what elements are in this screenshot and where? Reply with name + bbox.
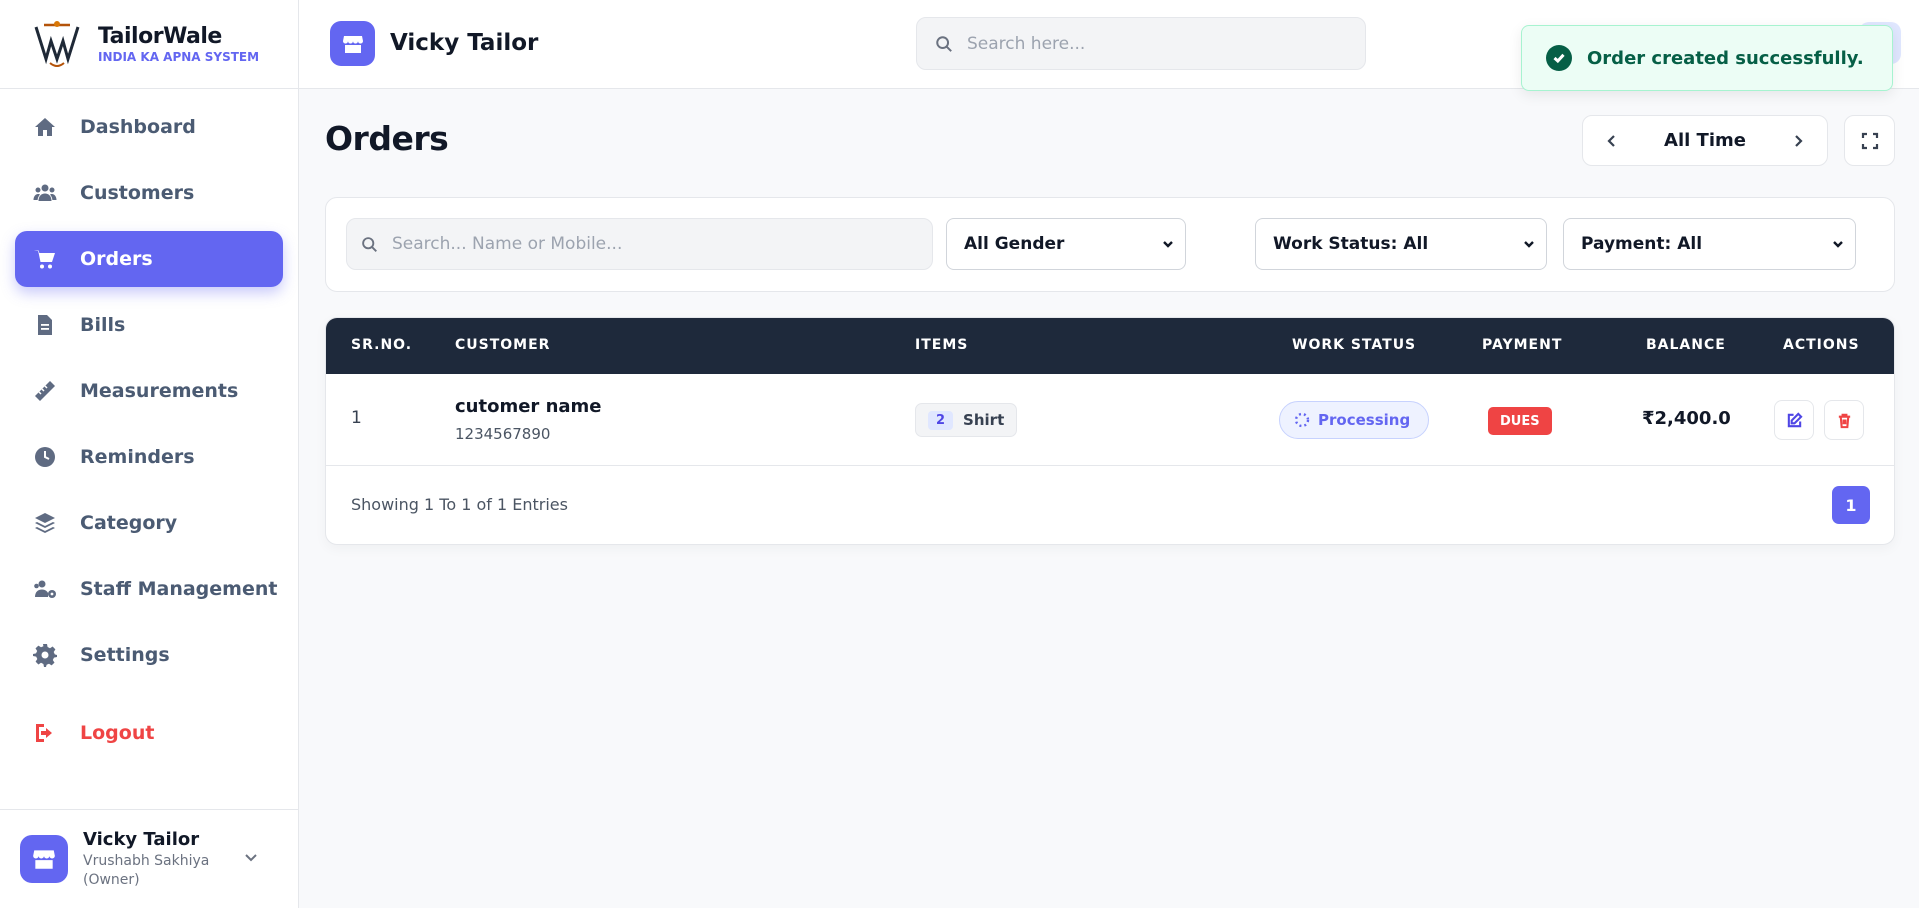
layers-icon xyxy=(32,510,58,536)
sidebar-item-label: Measurements xyxy=(80,380,239,402)
column-header: ITEMS xyxy=(915,337,969,353)
chevron-right-icon[interactable] xyxy=(1791,134,1805,148)
order-search[interactable] xyxy=(346,218,933,270)
gender-select-value: All Gender xyxy=(964,234,1065,254)
sidebar-item-category[interactable]: Category xyxy=(15,495,283,551)
chevron-down-icon xyxy=(243,849,263,869)
item-name: Shirt xyxy=(963,411,1005,429)
ruler-icon xyxy=(32,378,58,404)
bill-icon xyxy=(32,312,58,338)
check-circle-icon xyxy=(1546,45,1572,71)
success-toast: Order created successfully. xyxy=(1521,25,1893,91)
sidebar-item-label: Dashboard xyxy=(80,116,196,138)
work-status-badge: Processing xyxy=(1279,401,1430,439)
user-name: Vicky Tailor xyxy=(83,828,200,850)
store-icon xyxy=(33,850,55,869)
balance-amount: ₹2,400.0 xyxy=(1642,408,1731,429)
column-header: SR.NO. xyxy=(351,337,413,353)
gear-icon xyxy=(32,642,58,668)
work-status-text: Processing xyxy=(1318,411,1411,429)
edit-icon xyxy=(1787,411,1803,427)
item-quantity: 2 xyxy=(928,410,954,430)
logout-icon xyxy=(32,720,58,746)
sidebar-item-dashboard[interactable]: Dashboard xyxy=(15,99,283,155)
pagination-info: Showing 1 To 1 of 1 Entries xyxy=(351,495,568,514)
logout-button[interactable]: Logout xyxy=(15,705,283,761)
delete-button[interactable] xyxy=(1824,400,1864,440)
sidebar-item-orders[interactable]: Orders xyxy=(15,231,283,287)
sidebar-item-settings[interactable]: Settings xyxy=(15,627,283,683)
date-range-label[interactable]: All Time xyxy=(1664,130,1746,151)
gender-select[interactable]: All Gender xyxy=(946,218,1186,270)
work-status-select-value: Work Status: All xyxy=(1273,234,1429,254)
search-icon xyxy=(936,35,952,52)
avatar xyxy=(20,835,68,883)
chevron-down-icon xyxy=(1524,241,1534,248)
sidebar-item-customers[interactable]: Customers xyxy=(15,165,283,221)
toast-message: Order created successfully. xyxy=(1587,47,1864,69)
tailorwale-logo xyxy=(34,21,80,67)
sidebar-item-label: Staff Management xyxy=(80,578,278,600)
sidebar-item-measurements[interactable]: Measurements xyxy=(15,363,283,419)
column-header: WORK STATUS xyxy=(1292,337,1417,353)
date-range-selector: All Time xyxy=(1582,115,1828,166)
filters-bar: All Gender Work Status: All Payment: All xyxy=(325,197,1895,292)
brand[interactable]: TailorWale INDIA KA APNA SYSTEM xyxy=(0,0,298,89)
customer-mobile: 1234567890 xyxy=(455,425,551,443)
chevron-down-icon xyxy=(1163,241,1173,248)
table-row[interactable]: 1 cutomer name 1234567890 2 Shirt Proces… xyxy=(326,374,1894,466)
chevron-left-icon[interactable] xyxy=(1605,134,1619,148)
spinner-icon xyxy=(1294,412,1310,428)
column-header: CUSTOMER xyxy=(455,337,551,353)
page-title: Orders xyxy=(325,119,449,158)
table-footer: Showing 1 To 1 of 1 Entries 1 xyxy=(326,466,1894,544)
users-icon xyxy=(32,180,58,206)
sidebar-item-label: Settings xyxy=(80,644,170,666)
order-search-input[interactable] xyxy=(392,234,912,254)
column-header: ACTIONS xyxy=(1783,337,1860,353)
trash-icon xyxy=(1838,413,1850,428)
cart-icon xyxy=(32,246,58,272)
shop-name: Vicky Tailor xyxy=(390,30,539,56)
brand-name: TailorWale xyxy=(98,24,222,49)
home-icon xyxy=(32,114,58,140)
logout-label: Logout xyxy=(80,722,155,744)
chevron-down-icon xyxy=(1833,241,1843,248)
item-chip: 2 Shirt xyxy=(915,403,1018,437)
user-role: Vrushabh Sakhiya (Owner) xyxy=(83,852,210,888)
customer-name: cutomer name xyxy=(455,396,602,417)
user-profile-menu[interactable]: Vicky Tailor Vrushabh Sakhiya (Owner) xyxy=(0,809,299,908)
payment-select[interactable]: Payment: All xyxy=(1563,218,1856,270)
shop-badge xyxy=(330,21,375,66)
expand-icon xyxy=(1861,132,1878,149)
sidebar: TailorWale INDIA KA APNA SYSTEM Dashboar… xyxy=(0,0,299,908)
sidebar-item-staff-management[interactable]: Staff Management xyxy=(15,561,283,617)
global-search[interactable] xyxy=(916,17,1366,70)
sidebar-item-reminders[interactable]: Reminders xyxy=(15,429,283,485)
work-status-select[interactable]: Work Status: All xyxy=(1255,218,1547,270)
page-button-current[interactable]: 1 xyxy=(1832,486,1870,524)
payment-status-badge: DUES xyxy=(1488,407,1552,435)
sidebar-item-label: Category xyxy=(80,512,178,534)
orders-table: SR.NO. CUSTOMER ITEMS WORK STATUS PAYMEN… xyxy=(325,317,1895,545)
fullscreen-button[interactable] xyxy=(1844,115,1895,166)
column-header: PAYMENT xyxy=(1482,337,1563,353)
payment-select-value: Payment: All xyxy=(1581,234,1703,254)
edit-button[interactable] xyxy=(1774,400,1814,440)
store-icon xyxy=(342,35,363,53)
clock-icon xyxy=(32,444,58,470)
sidebar-nav: Dashboard Customers Orders Bills Measure… xyxy=(0,89,298,761)
sidebar-item-label: Bills xyxy=(80,314,126,336)
brand-tagline: INDIA KA APNA SYSTEM xyxy=(98,50,260,64)
column-header: BALANCE xyxy=(1646,337,1726,353)
staff-icon xyxy=(32,576,58,602)
sidebar-item-bills[interactable]: Bills xyxy=(15,297,283,353)
sidebar-item-label: Reminders xyxy=(80,446,195,468)
sidebar-item-label: Customers xyxy=(80,182,195,204)
global-search-input[interactable] xyxy=(967,33,1347,54)
table-header: SR.NO. CUSTOMER ITEMS WORK STATUS PAYMEN… xyxy=(326,318,1894,374)
sidebar-item-label: Orders xyxy=(80,248,153,270)
search-icon xyxy=(362,236,377,252)
row-serial: 1 xyxy=(351,408,362,428)
